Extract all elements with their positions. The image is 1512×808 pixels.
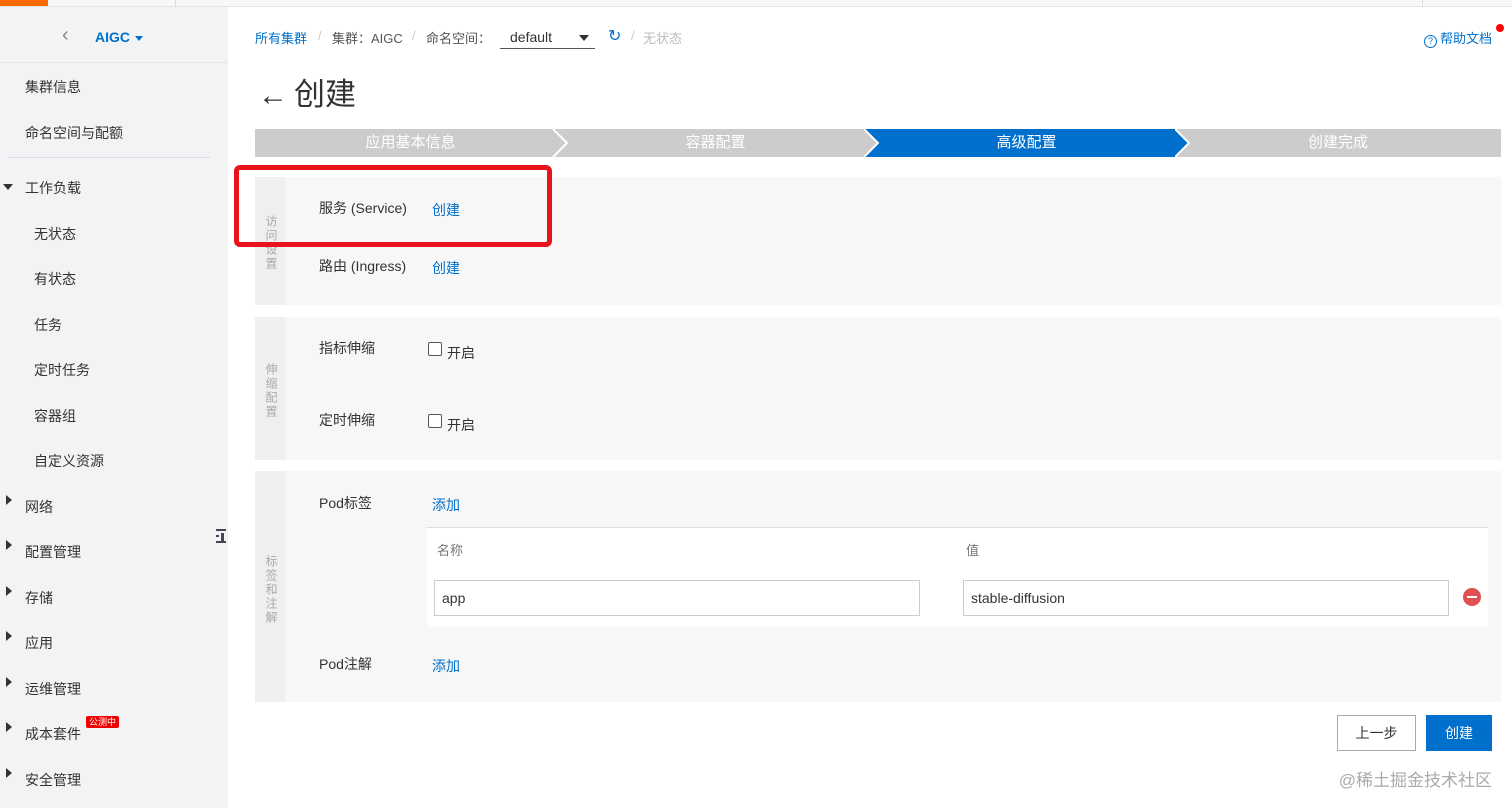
refresh-icon[interactable]: ↻ <box>608 26 621 46</box>
sidebar-item-workloads[interactable]: 工作负载 <box>25 178 81 198</box>
sidebar-item-cronjobs[interactable]: 定时任务 <box>34 360 90 380</box>
caret-right-icon[interactable] <box>6 722 12 732</box>
sidebar-item-operations[interactable]: 运维管理 <box>25 679 81 699</box>
page-title-text: 创建 <box>294 77 356 112</box>
namespace-select[interactable]: default <box>500 25 595 49</box>
section-title: 标签和注解 <box>264 555 278 625</box>
caret-right-icon[interactable] <box>6 495 12 505</box>
hpa-checkbox[interactable] <box>428 342 442 356</box>
highlight-box <box>234 165 552 247</box>
sidebar-item-deployments[interactable]: 无状态 <box>34 224 76 244</box>
top-bar <box>0 0 1512 7</box>
sidebar-item-apps[interactable]: 应用 <box>25 633 53 653</box>
breadcrumb-separator: / <box>631 28 635 43</box>
sidebar-item-statefulsets[interactable]: 有状态 <box>34 269 76 289</box>
previous-step-button[interactable]: 上一步 <box>1337 715 1416 751</box>
sidebar-item-namespace-quota[interactable]: 命名空间与配额 <box>25 123 123 143</box>
sidebar-item-cluster-info[interactable]: 集群信息 <box>25 77 81 97</box>
sidebar-item-network[interactable]: 网络 <box>25 497 53 517</box>
pod-labels-table: 名称 值 app stable-diffusion <box>427 527 1488 627</box>
divider <box>8 157 210 158</box>
sidebar-item-storage[interactable]: 存储 <box>25 588 53 608</box>
breadcrumb-current: 无状态 <box>643 31 683 46</box>
caret-right-icon[interactable] <box>6 631 12 641</box>
divider <box>0 62 228 63</box>
hpa-label: 指标伸缩 <box>319 340 375 356</box>
sidebar: ‹ AIGC 集群信息 命名空间与配额 工作负载 无状态 有状态 任务 定时任务… <box>0 7 228 808</box>
watermark: @稀土掘金技术社区 <box>1338 771 1492 790</box>
caret-right-icon[interactable] <box>6 768 12 778</box>
beta-badge: 公测中 <box>86 716 120 728</box>
top-separator <box>175 0 176 7</box>
breadcrumb-all-clusters[interactable]: 所有集群 <box>255 28 307 47</box>
pod-annotations-label: Pod注解 <box>319 656 372 672</box>
create-button[interactable]: 创建 <box>1426 715 1492 751</box>
help-docs-label: 帮助文档 <box>1439 31 1492 46</box>
column-header-value: 值 <box>966 543 980 558</box>
section-sidebar: 伸缩配置 <box>255 317 285 460</box>
cluster-switcher[interactable]: AIGC <box>95 29 130 45</box>
top-separator <box>1422 0 1423 7</box>
section-sidebar: 标签和注解 <box>255 471 285 702</box>
cron-scaling-checkbox[interactable] <box>428 414 442 428</box>
step-label: 高级配置 <box>996 134 1057 151</box>
sidebar-item-jobs[interactable]: 任务 <box>34 315 62 335</box>
breadcrumb-namespace-label: 命名空间： <box>426 31 492 46</box>
ingress-label: 路由 (Ingress) <box>319 258 407 274</box>
add-pod-label-link[interactable]: 添加 <box>432 495 460 515</box>
remove-row-icon[interactable] <box>1463 588 1481 606</box>
sidebar-item-pods[interactable]: 容器组 <box>34 406 76 426</box>
caret-down-icon[interactable] <box>3 184 13 190</box>
caret-right-icon[interactable] <box>6 677 12 687</box>
collapse-sidebar-icon[interactable] <box>214 527 228 545</box>
step-label: 创建完成 <box>1307 134 1368 151</box>
step-container-config: 容器配置 <box>553 129 878 157</box>
sidebar-item-custom-resources[interactable]: 自定义资源 <box>34 451 104 471</box>
labels-annotations-section: 标签和注解 Pod标签 添加 名称 值 app stable-diffusion… <box>255 471 1501 702</box>
label-name-input[interactable]: app <box>434 580 920 616</box>
add-pod-annotation-link[interactable]: 添加 <box>432 656 460 676</box>
caret-down-icon <box>579 35 589 41</box>
sidebar-item-security[interactable]: 安全管理 <box>25 770 81 790</box>
caret-right-icon[interactable] <box>6 586 12 596</box>
sidebar-header: ‹ AIGC <box>0 7 228 63</box>
hpa-option-label: 开启 <box>447 345 475 361</box>
chevron-left-icon[interactable]: ‹ <box>62 25 69 45</box>
main-content: 所有集群 / 集群：AIGC / 命名空间： default ↻ / 无状态 ?… <box>228 7 1512 808</box>
breadcrumb-separator: / <box>412 28 416 43</box>
column-header-name: 名称 <box>437 543 464 558</box>
caret-right-icon[interactable] <box>6 540 12 550</box>
page-title: ← 创建 <box>258 69 356 114</box>
section-title: 伸缩配置 <box>264 363 278 419</box>
cron-option-label: 开启 <box>447 417 475 433</box>
step-label: 应用基本信息 <box>365 134 456 151</box>
scaling-section: 伸缩配置 指标伸缩 开启 定时伸缩 开启 <box>255 317 1501 460</box>
sidebar-item-config[interactable]: 配置管理 <box>25 542 81 562</box>
namespace-value: default <box>510 29 553 45</box>
step-basic-info: 应用基本信息 <box>255 129 566 157</box>
pod-labels-label: Pod标签 <box>319 495 372 511</box>
cron-scaling-label: 定时伸缩 <box>319 412 375 428</box>
help-docs-link[interactable]: ? 帮助文档 <box>1423 28 1492 48</box>
notification-dot <box>1496 24 1504 32</box>
help-icon: ? <box>1423 35 1437 48</box>
wizard-steps: 应用基本信息 容器配置 高级配置 创建完成 <box>255 129 1501 157</box>
back-arrow-icon[interactable]: ← <box>258 79 288 112</box>
step-label: 容器配置 <box>685 134 746 151</box>
step-advanced-config: 高级配置 <box>864 129 1189 157</box>
sidebar-item-cost-suite[interactable]: 成本套件 <box>25 724 81 744</box>
label-value-input[interactable]: stable-diffusion <box>963 580 1449 616</box>
step-complete: 创建完成 <box>1175 129 1501 157</box>
caret-down-icon[interactable] <box>135 36 143 41</box>
breadcrumb-cluster: 集群：AIGC <box>332 31 403 46</box>
create-ingress-link[interactable]: 创建 <box>432 258 460 278</box>
breadcrumb-separator: / <box>318 28 322 43</box>
brand-strip <box>0 0 48 6</box>
